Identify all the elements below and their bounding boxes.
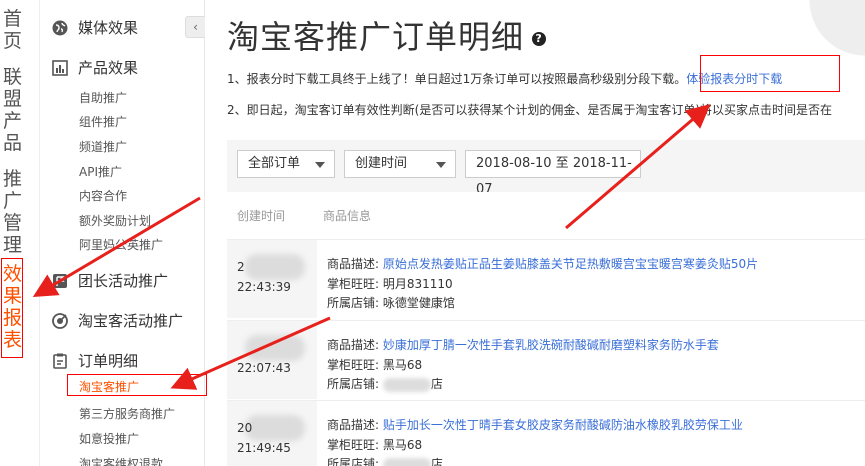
product-desc: 商品描述: 原始点发热姜贴正品生姜贴膝盖关节足热敷暖宫宝宝暖宫寒姜灸贴50片 <box>327 257 759 271</box>
shop-wangwang: 掌柜旺旺: 黑马68 <box>327 438 423 452</box>
side-nav: 媒体效果 产品效果 自助推广 组件推广 频道推广 API推广 内容合作 额外奖励… <box>40 0 207 466</box>
section-leader-activity[interactable]: 团长活动推广 <box>52 270 168 291</box>
collapse-button[interactable]: ‹ <box>185 16 205 38</box>
shop-name: 所属店铺: 店 <box>327 455 443 466</box>
clipboard-icon <box>53 353 67 369</box>
sub-item-ruyi-promotion[interactable]: 如意投推广 <box>79 430 139 447</box>
annotation-box-effect-report <box>1 258 23 358</box>
filter-bar: 全部订单 创建时间 2018-08-10 至 2018-11-07 <box>227 140 865 197</box>
shop-name: 所属店铺: 店 <box>327 377 443 392</box>
caret-down-icon <box>436 162 446 168</box>
redacted-blur <box>382 457 431 466</box>
date-range-picker[interactable]: 2018-08-10 至 2018-11-07 <box>465 150 641 197</box>
section-label: 产品效果 <box>78 59 139 77</box>
nav-item-union-products[interactable]: 联盟产品 <box>3 66 25 154</box>
column-header-product-info: 商品信息 <box>323 209 372 223</box>
section-label: 团长活动推广 <box>78 272 169 290</box>
sub-item-third-party[interactable]: 第三方服务商推广 <box>79 405 175 422</box>
nav-item-promotion-management[interactable]: 推广管理 <box>3 168 25 256</box>
nav-item-home[interactable]: 首页 <box>3 8 25 52</box>
product-desc: 商品描述: 贴手加长一次性丁晴手套女胶皮家务耐酸碱防油水橡胶乳胶劳保工业 <box>327 418 743 432</box>
sub-item-content-cooperation[interactable]: 内容合作 <box>79 187 127 204</box>
order-type-select[interactable]: 全部订单 <box>237 150 335 178</box>
column-header-created-time: 创建时间 <box>237 209 286 223</box>
main-content: 淘宝客推广订单明细? 1、报表分时下载工具终于上线了！单日超过1万条订单可以按照… <box>205 0 865 466</box>
annotation-box-taoke-promotion <box>67 374 207 396</box>
shop-wangwang: 掌柜旺旺: 黑马68 <box>327 358 423 372</box>
chart-icon <box>52 59 68 76</box>
section-taoke-activity[interactable]: 淘宝客活动推广 <box>52 310 183 331</box>
globe-icon <box>52 20 68 35</box>
redacted-blur <box>245 254 305 280</box>
time-cell: 20 21:49:45 <box>227 401 317 466</box>
table-row: 2 22:43:39 商品描述: 原始点发热姜贴正品生姜贴膝盖关节足热敷暖宫宝宝… <box>227 239 865 318</box>
sub-item-alimama-promotion[interactable]: 阿里妈公英推广 <box>79 236 163 253</box>
redacted-blur <box>245 335 305 361</box>
product-link[interactable]: 贴手加长一次性丁晴手套女胶皮家务耐酸碱防油水橡胶乳胶劳保工业 <box>383 418 743 432</box>
help-icon[interactable]: ? <box>532 32 547 46</box>
sub-item-component-promotion[interactable]: 组件推广 <box>79 113 127 130</box>
caret-down-icon <box>315 162 325 168</box>
time-cell: 22:07:43 <box>227 321 317 399</box>
page-title: 淘宝客推广订单明细? <box>227 12 547 58</box>
sub-item-rights-refund[interactable]: 淘宝客维权退款 <box>79 455 163 466</box>
sub-item-api-promotion[interactable]: API推广 <box>79 163 122 180</box>
redacted-blur <box>245 415 305 441</box>
sub-item-channel-promotion[interactable]: 频道推广 <box>79 138 127 155</box>
chevron-left-icon: ‹ <box>193 20 198 34</box>
section-order-detail[interactable]: 订单明细 <box>52 350 138 371</box>
target-icon <box>52 312 68 329</box>
annotation-box-download-link <box>700 55 840 92</box>
shop-name: 所属店铺: 咏德堂健康馆 <box>327 296 455 310</box>
time-cell: 2 22:43:39 <box>227 240 317 318</box>
redacted-blur <box>382 377 431 392</box>
product-link[interactable]: 原始点发热姜贴正品生姜贴膝盖关节足热敷暖宫宝宝暖宫寒姜灸贴50片 <box>383 257 758 271</box>
product-desc: 商品描述: 妙康加厚丁腈一次性手套乳胶洗碗耐酸碱耐磨塑料家务防水手套 <box>327 338 719 352</box>
table-row: 22:07:43 商品描述: 妙康加厚丁腈一次性手套乳胶洗碗耐酸碱耐磨塑料家务防… <box>227 320 865 399</box>
section-label: 淘宝客活动推广 <box>78 312 184 330</box>
table-row: 20 21:49:45 商品描述: 贴手加长一次性丁晴手套女胶皮家务耐酸碱防油水… <box>227 400 865 466</box>
notice-2: 2、即日起，淘宝客订单有效性判断(是否可以获得某个计划的佣金、是否属于淘宝客订单… <box>227 103 833 117</box>
product-link[interactable]: 妙康加厚丁腈一次性手套乳胶洗碗耐酸碱耐磨塑料家务防水手套 <box>383 338 719 352</box>
sub-item-extra-reward[interactable]: 额外奖励计划 <box>79 212 151 229</box>
time-type-select[interactable]: 创建时间 <box>344 150 456 178</box>
section-label: 订单明细 <box>78 352 139 370</box>
left-vertical-nav: 首页 联盟产品 推广管理 效果报表 <box>0 0 40 466</box>
section-label: 媒体效果 <box>78 19 139 37</box>
notice-1: 1、报表分时下载工具终于上线了！单日超过1万条订单可以按照最高秒级别分段下载。体… <box>227 72 783 86</box>
section-product-effect[interactable]: 产品效果 <box>52 57 138 78</box>
shop-wangwang: 掌柜旺旺: 明月831110 <box>327 277 453 291</box>
flag-icon <box>53 273 67 288</box>
section-media-effect[interactable]: 媒体效果 <box>52 17 138 38</box>
table-header: 创建时间 商品信息 <box>227 192 865 238</box>
sub-item-self-promotion[interactable]: 自助推广 <box>79 89 127 106</box>
